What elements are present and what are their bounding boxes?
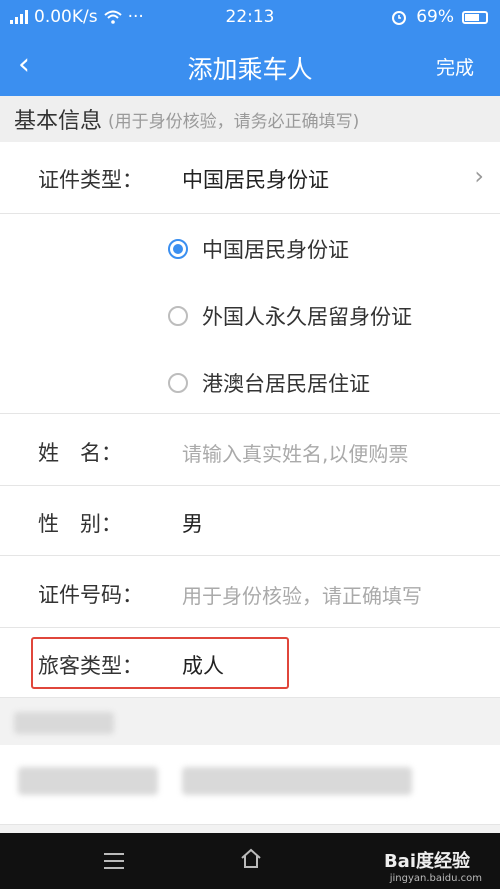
name-input[interactable]: 请输入真实姓名,以便购票: [182, 438, 408, 467]
blurred-row: [0, 745, 500, 825]
home-icon[interactable]: [240, 847, 262, 869]
section-header: 基本信息 (用于身份核验，请务必正确填写): [0, 96, 500, 142]
system-nav-bar: Bai度经验 jingyan.baidu.com: [0, 833, 500, 889]
alarm-icon: [392, 11, 407, 25]
watermark-url: jingyan.baidu.com: [389, 873, 482, 884]
id-type-options: 中国居民身份证 外国人永久居留身份证 港澳台居民居住证: [0, 214, 500, 414]
radio-icon[interactable]: [168, 306, 188, 326]
option-label: 外国人永久居留身份证: [202, 305, 412, 329]
blurred-text: [18, 767, 158, 795]
battery-icon: [462, 10, 488, 24]
option-hmt-residence[interactable]: 港澳台居民居住证: [168, 368, 370, 398]
id-type-label: 证件类型：: [38, 168, 143, 192]
id-number-label: 证件号码：: [38, 583, 143, 607]
radio-icon[interactable]: [168, 373, 188, 393]
gender-value[interactable]: 男: [182, 508, 203, 538]
section-hint: (用于身份核验，请务必正确填写): [108, 111, 360, 132]
nav-bar: ‹ 添加乘车人 完成: [0, 34, 500, 96]
done-button[interactable]: 完成: [436, 53, 474, 80]
blurred-section-header: [14, 712, 114, 734]
blurred-text: [182, 767, 412, 795]
battery-percent: 69%: [416, 7, 454, 27]
option-label: 港澳台居民居住证: [202, 372, 370, 396]
id-number-input[interactable]: 用于身份核验，请正确填写: [182, 580, 422, 609]
menu-icon[interactable]: [104, 853, 124, 874]
chevron-right-icon: ›: [474, 162, 484, 190]
section-title: 基本信息: [14, 109, 103, 134]
name-row[interactable]: 姓 名： 请输入真实姓名,以便购票: [0, 414, 500, 486]
status-bar: 0.00K/s ··· 22:13 69%: [0, 0, 500, 34]
radio-selected-icon[interactable]: [168, 239, 188, 259]
name-label: 姓 名：: [38, 441, 122, 465]
page-title: 添加乘车人: [187, 55, 313, 84]
option-foreign-pr[interactable]: 外国人永久居留身份证: [168, 301, 412, 331]
id-number-row[interactable]: 证件号码： 用于身份核验，请正确填写: [0, 556, 500, 628]
highlight-box: [31, 637, 289, 689]
option-label: 中国居民身份证: [202, 238, 349, 262]
watermark-logo: Bai度经验: [383, 851, 470, 872]
id-type-row[interactable]: 证件类型： 中国居民身份证 ›: [0, 142, 500, 214]
gender-row[interactable]: 性 别： 男: [0, 486, 500, 556]
gender-label: 性 别：: [38, 512, 122, 536]
id-type-value: 中国居民身份证: [182, 168, 329, 192]
option-cn-id[interactable]: 中国居民身份证: [168, 234, 349, 264]
